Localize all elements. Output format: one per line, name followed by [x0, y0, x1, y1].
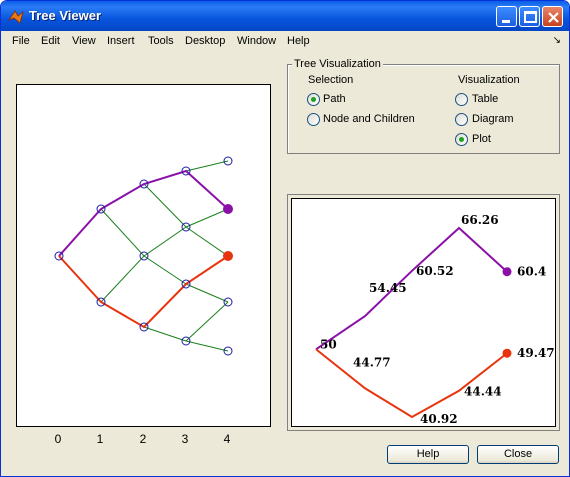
tree-path-down-end [223, 251, 233, 261]
radio-diagram-label[interactable]: Diagram [472, 113, 514, 125]
tree-edge [185, 283, 229, 303]
minimize-icon [502, 20, 510, 23]
menu-window[interactable]: Window [237, 35, 276, 47]
tree-edge [143, 226, 187, 257]
tree-path-up [58, 169, 229, 257]
menu-desktop[interactable]: Desktop [185, 35, 225, 47]
tree-edge [100, 255, 145, 303]
menu-edit[interactable]: Edit [41, 35, 60, 47]
maximize-button[interactable] [519, 6, 540, 27]
data-label: 54.45 [369, 281, 407, 295]
x-tick-label: 1 [96, 432, 104, 446]
tree-edge [185, 301, 229, 342]
menu-dock-arrow-icon[interactable]: ↘ [553, 35, 561, 46]
data-label: 44.44 [464, 385, 502, 399]
maximize-icon [524, 11, 537, 23]
path-value-chart: 50 54.45 60.52 66.26 60.4 44.77 40.92 44.44 49.4… [315, 213, 555, 426]
series-line [315, 226, 508, 351]
data-label: 49.47 [517, 346, 555, 360]
tree-path-up-end [223, 204, 233, 214]
minimize-button[interactable] [496, 6, 517, 27]
radio-table[interactable] [455, 93, 468, 106]
series-end-marker [502, 267, 512, 277]
tree-edge [100, 208, 145, 257]
tree-edge [185, 340, 229, 352]
menu-help[interactable]: Help [287, 35, 310, 47]
tree-plot [54, 156, 233, 356]
tree-plot-axes[interactable] [16, 84, 271, 427]
tree-edge [143, 255, 187, 285]
tree-edge [143, 326, 187, 342]
radio-plot-label[interactable]: Plot [472, 133, 491, 145]
panel-title: Tree Visualization [292, 58, 383, 70]
tree-viewer-window: Tree Viewer File Edit View Insert Tools … [0, 0, 570, 477]
window-title: Tree Viewer [29, 8, 102, 23]
menu-bar: File Edit View Insert Tools Desktop Wind… [1, 31, 569, 51]
radio-node-and-children-label[interactable]: Node and Children [323, 113, 415, 125]
menu-tools[interactable]: Tools [148, 35, 174, 47]
x-tick-label: 0 [54, 432, 62, 446]
data-label: 44.77 [353, 355, 391, 369]
data-label: 66.26 [461, 213, 499, 227]
visualization-label: Visualization [458, 74, 520, 86]
series-line [315, 348, 508, 419]
tree-edge [185, 208, 229, 228]
title-bar[interactable]: Tree Viewer [1, 1, 569, 31]
close-icon [548, 12, 559, 23]
tree-edge [185, 160, 229, 172]
data-label: 40.92 [420, 412, 458, 426]
path-plot-axes[interactable]: 50 54.45 60.52 66.26 60.4 44.77 40.92 44.44 49.4… [291, 198, 556, 427]
data-label: 50 [320, 337, 337, 351]
close-window-button[interactable] [542, 6, 563, 27]
radio-path[interactable] [307, 93, 320, 106]
radio-plot[interactable] [455, 133, 468, 146]
close-button[interactable]: Close [477, 445, 559, 464]
data-label: 60.52 [416, 264, 454, 278]
tree-edge [143, 183, 187, 228]
help-button[interactable]: Help [387, 445, 469, 464]
radio-table-label[interactable]: Table [472, 93, 498, 105]
tree-edge [185, 226, 229, 257]
series-end-marker [502, 348, 512, 358]
menu-view[interactable]: View [72, 35, 96, 47]
menu-insert[interactable]: Insert [107, 35, 135, 47]
radio-diagram[interactable] [455, 113, 468, 126]
selection-label: Selection [308, 74, 354, 86]
matlab-icon [8, 10, 24, 24]
data-label: 60.4 [517, 265, 546, 279]
menu-file[interactable]: File [12, 35, 30, 47]
radio-path-label[interactable]: Path [323, 93, 346, 105]
radio-node-and-children[interactable] [307, 113, 320, 126]
x-tick-label: 2 [139, 432, 147, 446]
x-tick-label: 3 [181, 432, 189, 446]
x-tick-label: 4 [223, 432, 231, 446]
